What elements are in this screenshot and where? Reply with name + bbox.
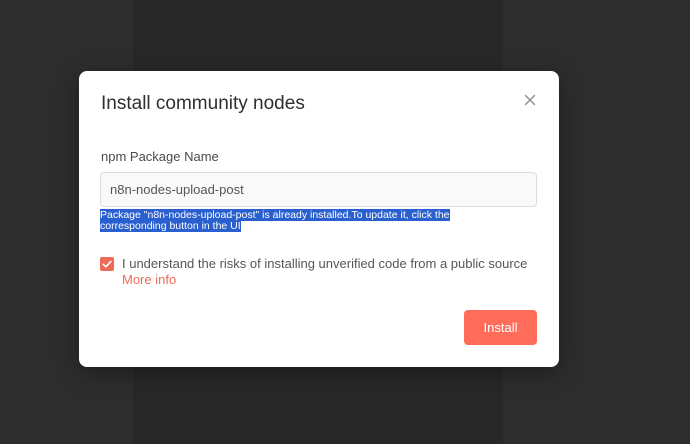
checkmark-icon (102, 260, 112, 268)
install-button[interactable]: Install (464, 310, 537, 345)
already-installed-notice: Package "n8n-nodes-upload-post" is alrea… (100, 209, 500, 232)
package-name-label: npm Package Name (101, 149, 219, 164)
risk-consent-label[interactable]: I understand the risks of installing unv… (122, 256, 552, 271)
dialog-title: Install community nodes (101, 93, 305, 114)
package-name-input[interactable] (100, 172, 537, 207)
more-info-link[interactable]: More info (122, 272, 176, 287)
install-community-nodes-dialog: Install community nodes npm Package Name… (79, 71, 559, 367)
close-button[interactable] (520, 90, 540, 110)
risk-consent-checkbox[interactable] (100, 257, 114, 271)
notice-text: Package "n8n-nodes-upload-post" is alrea… (100, 209, 450, 232)
close-icon (524, 94, 536, 106)
